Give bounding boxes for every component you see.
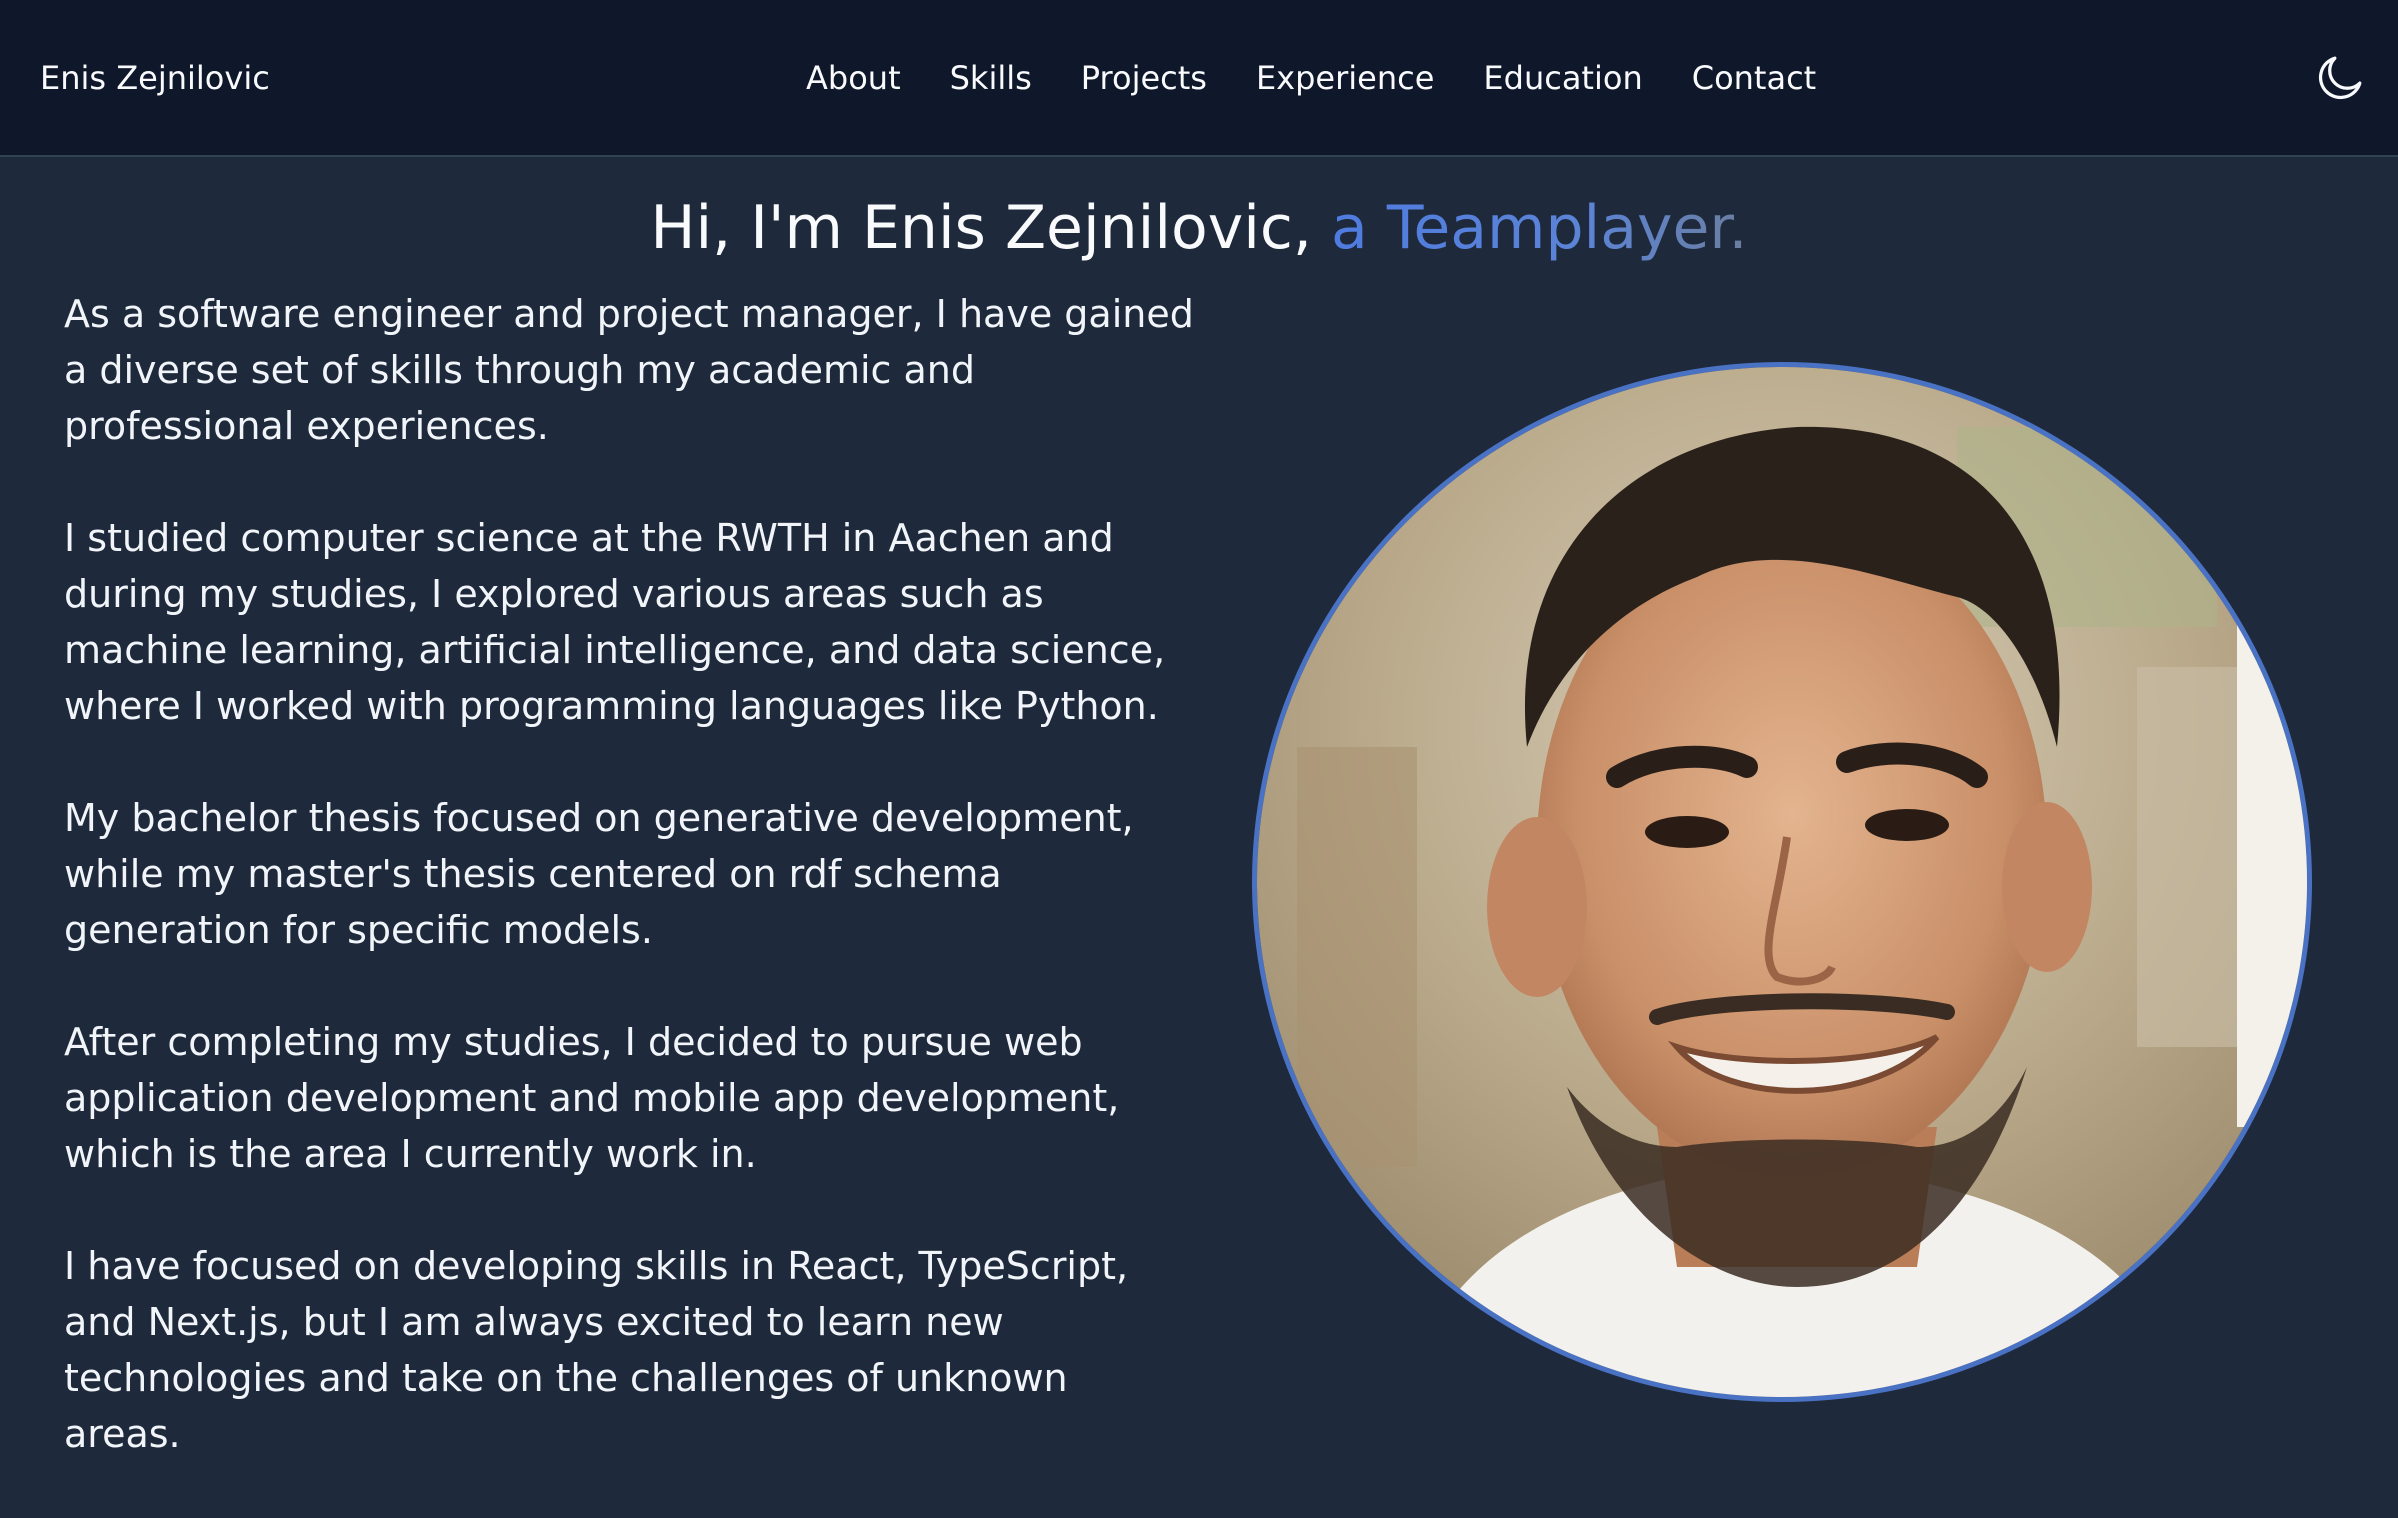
nav-link-experience[interactable]: Experience	[1256, 58, 1434, 98]
about-paragraph: I studied computer science at the RWTH i…	[64, 516, 1166, 728]
nav-link-contact[interactable]: Contact	[1692, 58, 1817, 98]
hero-title: Hi, I'm Enis Zejnilovic, a Teamplayer.	[0, 190, 2398, 266]
about-paragraph: My bachelor thesis focused on generative…	[64, 796, 1134, 952]
nav-links: About Skills Projects Experience Educati…	[806, 58, 1816, 98]
nav-link-skills[interactable]: Skills	[950, 58, 1032, 98]
hero-tagline: a Teamplayer.	[1331, 193, 1748, 263]
profile-photo	[1252, 362, 2312, 1402]
nav-link-projects[interactable]: Projects	[1081, 58, 1207, 98]
about-section: As a software engineer and project manag…	[64, 286, 1194, 1518]
about-paragraph: I have focused on developing skills in R…	[64, 1244, 1129, 1456]
profile-photo-illustration	[1257, 367, 2307, 1397]
navbar: Enis Zejnilovic About Skills Projects Ex…	[0, 0, 2398, 157]
hero-greeting: Hi, I'm Enis Zejnilovic,	[650, 193, 1312, 263]
brand-name[interactable]: Enis Zejnilovic	[40, 58, 270, 98]
moon-icon	[2318, 56, 2362, 100]
nav-link-education[interactable]: Education	[1483, 58, 1642, 98]
theme-toggle-button[interactable]	[2312, 50, 2368, 106]
about-paragraph: After completing my studies, I decided t…	[64, 1020, 1120, 1176]
nav-link-about[interactable]: About	[806, 58, 901, 98]
about-paragraph: As a software engineer and project manag…	[64, 292, 1194, 448]
